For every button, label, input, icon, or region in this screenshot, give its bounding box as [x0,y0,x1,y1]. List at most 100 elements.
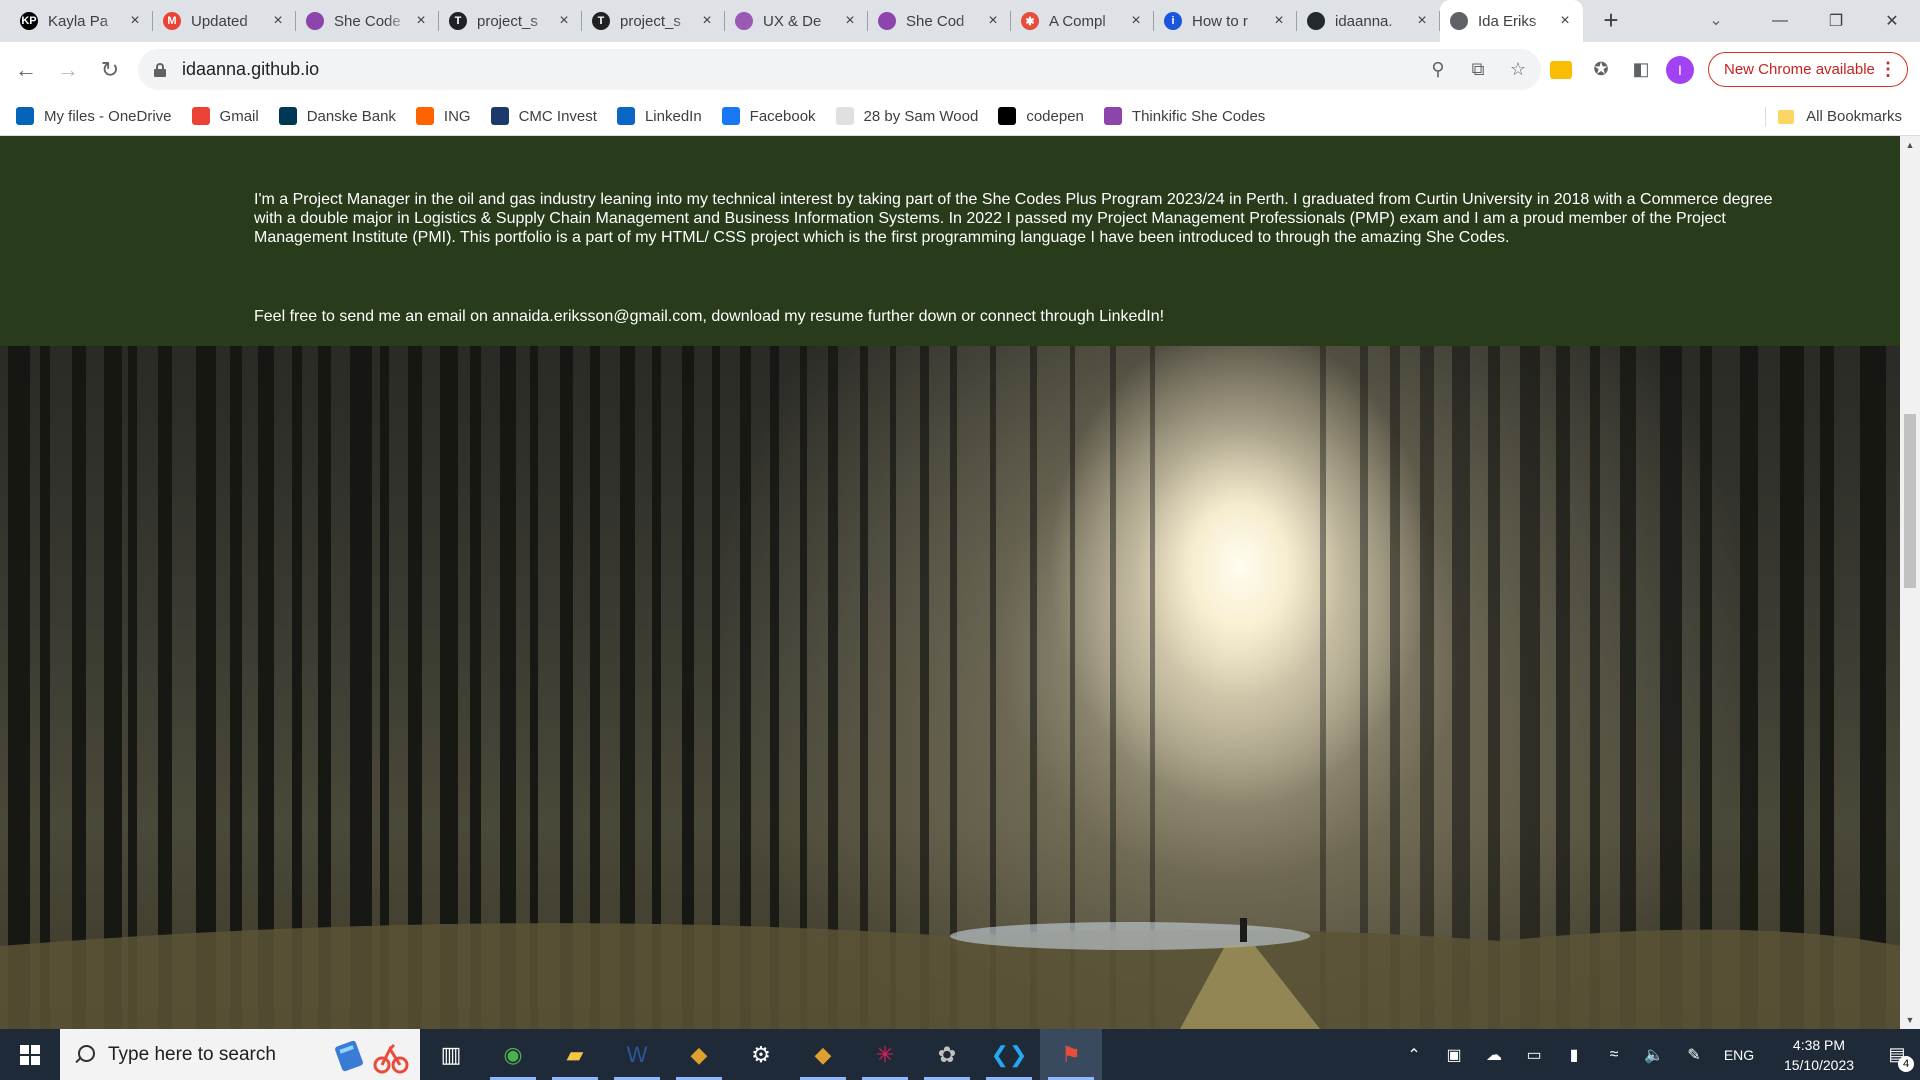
forward-button[interactable]: → [48,50,88,90]
scroll-down-arrow-icon[interactable]: ▼ [1900,1011,1920,1029]
tab-close-icon[interactable]: × [413,13,429,29]
contact-paragraph: Feel free to send me an email on annaida… [254,308,1165,325]
clock[interactable]: 4:38 PM 15/10/2023 [1764,1035,1874,1075]
bookmark-item[interactable]: ING [415,107,471,125]
browser-tab[interactable]: idaanna. × [1297,0,1440,42]
bookmark-item[interactable]: Gmail [191,107,259,125]
browser-tab[interactable]: She Code × [296,0,439,42]
scrollbar-thumb[interactable] [1904,414,1916,588]
tree-trunk [196,346,216,1029]
browser-tab[interactable]: UX & De × [725,0,868,42]
language-indicator[interactable]: ENG [1714,1047,1764,1063]
minimize-button[interactable]: — [1752,0,1808,42]
project-icon: T [449,12,467,30]
kebab-menu-icon[interactable]: ⋮ [1879,59,1897,80]
display-icon[interactable]: ▭ [1514,1045,1554,1065]
bookmark-label: Facebook [749,107,816,125]
notification-center-icon[interactable]: ▤ 4 [1874,1029,1920,1080]
tab-title: She Code [334,12,401,30]
browser-tab[interactable]: Tproject_s × [439,0,582,42]
tab-close-icon[interactable]: × [1414,13,1430,29]
browser-tab[interactable]: She Cod × [868,0,1011,42]
all-bookmarks-label: All Bookmarks [1806,108,1902,125]
tab-title: She Cod [906,12,965,30]
bookmark-item[interactable]: Facebook [721,107,816,125]
new-chrome-available-button[interactable]: New Chrome available ⋮ [1708,52,1908,87]
profile-avatar[interactable]: I [1666,55,1694,84]
close-window-button[interactable]: ✕ [1864,0,1920,42]
chrome-icon[interactable]: ◉ [482,1029,544,1080]
pen-icon[interactable]: ✎ [1674,1045,1714,1065]
paint-icon[interactable]: ✿ [916,1029,978,1080]
bookmark-star-icon[interactable]: ☆ [1505,59,1531,80]
tab-close-icon[interactable]: × [1557,13,1573,29]
omnibox-actions: ⚲ ⧉ ☆ [1425,49,1531,90]
tab-close-icon[interactable]: × [985,13,1001,29]
browser-tab[interactable]: i How to r × [1154,0,1297,42]
bookmark-item[interactable]: Thinkific She Codes [1103,107,1266,125]
tab-close-icon[interactable]: × [1128,13,1144,29]
task-view-icon[interactable]: ▥ [420,1029,482,1080]
lock-icon[interactable] [154,62,166,77]
share-icon[interactable]: ⧉ [1465,59,1491,80]
tab-search-icon[interactable]: ⌄ [1702,8,1730,34]
bookmark-item[interactable]: LinkedIn [616,107,702,125]
tab-close-icon[interactable]: × [556,13,572,29]
tab-close-icon[interactable]: × [842,13,858,29]
tree-trunk [40,346,50,1029]
volume-icon[interactable]: 🔈 [1634,1045,1674,1065]
tree-trunk [828,346,838,1029]
scroll-up-arrow-icon[interactable]: ▲ [1900,136,1920,154]
extension-icon[interactable] [1546,55,1576,85]
tree-trunk [72,346,86,1029]
tab-close-icon[interactable]: × [699,13,715,29]
tab-close-icon[interactable]: × [1271,13,1287,29]
bookmark-item[interactable]: 28 by Sam Wood [835,107,979,125]
bookmark-item[interactable]: CMC Invest [490,107,597,125]
globe-icon [1450,12,1468,30]
teams-icon[interactable]: ⚑ [1040,1029,1102,1080]
puzzle-extensions-icon[interactable]: ✪ [1586,55,1616,85]
bookmark-item[interactable]: codepen [998,107,1084,125]
forest-sunlight-image [0,346,1900,1029]
danske-bank-icon [278,107,297,125]
word-icon[interactable]: W [606,1029,668,1080]
tree-trunk [158,346,172,1029]
battery-icon[interactable]: ▮ [1554,1045,1594,1065]
bookmark-label: 28 by Sam Wood [863,107,979,125]
settings-icon[interactable]: ⚙ [730,1029,792,1080]
meet-now-icon[interactable]: ▣ [1434,1045,1474,1065]
browser-tab[interactable]: ✱ A Compl × [1011,0,1154,42]
back-button[interactable]: ← [6,50,46,90]
git-icon[interactable]: ◆ [792,1029,854,1080]
file-explorer-icon[interactable]: ▰ [544,1029,606,1080]
tree-trunk [1320,346,1326,1029]
show-hidden-icons-icon[interactable]: ⌃ [1394,1045,1434,1065]
url-text[interactable]: idaanna.github.io [182,59,319,80]
tab-close-icon[interactable]: × [270,13,286,29]
bookmark-item[interactable]: Danske Bank [278,107,396,125]
taskbar-search-box[interactable]: Type here to search [60,1029,420,1080]
address-bar[interactable]: idaanna.github.io ⚲ ⧉ ☆ [138,49,1541,90]
all-bookmarks-button[interactable]: All Bookmarks [1765,97,1902,136]
restore-button[interactable]: ❐ [1808,0,1864,42]
start-button[interactable] [0,1029,60,1080]
bookmark-item[interactable]: My files - OneDrive [16,107,172,125]
tab-close-icon[interactable]: × [127,13,143,29]
zoom-icon[interactable]: ⚲ [1425,59,1451,80]
reload-button[interactable]: ↻ [90,50,130,90]
slack-icon[interactable]: ✳ [854,1029,916,1080]
new-tab-button[interactable]: + [1593,3,1629,39]
wifi-icon[interactable]: ≈ [1594,1046,1634,1064]
side-panel-icon[interactable]: ◧ [1626,55,1656,85]
browser-tab[interactable]: Tproject_s × [582,0,725,42]
browser-tab[interactable]: Ida Eriks × [1440,0,1583,42]
vscode-icon[interactable]: ❮❯ [978,1029,1040,1080]
bookmark-label: My files - OneDrive [44,107,172,125]
browser-tab[interactable]: KP Kayla Pa × [10,0,153,42]
git-icon[interactable]: ◆ [668,1029,730,1080]
onedrive-cloud-icon[interactable]: ☁ [1474,1045,1514,1065]
browser-tab[interactable]: M Updated × [153,0,296,42]
bookmark-label: Thinkific She Codes [1131,107,1266,125]
page-scrollbar[interactable]: ▲ ▼ [1900,136,1920,1029]
